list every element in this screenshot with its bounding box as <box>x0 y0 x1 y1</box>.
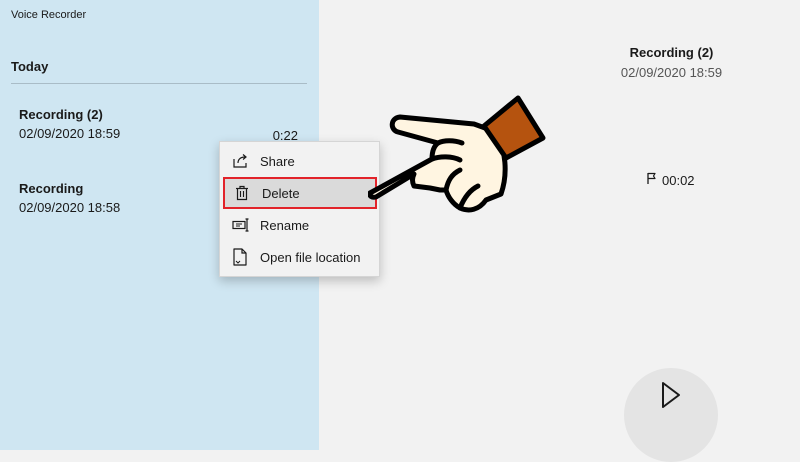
play-icon <box>660 381 682 409</box>
detail-title: Recording (2) <box>629 45 714 60</box>
menu-item-rename[interactable]: Rename <box>221 209 378 241</box>
recording-name: Recording (2) <box>19 107 103 122</box>
menu-item-label: Rename <box>260 217 310 233</box>
play-button[interactable] <box>624 368 718 462</box>
marker[interactable]: 00:02 <box>646 172 695 188</box>
file-icon <box>232 248 252 266</box>
context-menu: Share Delete Rename Open file location <box>219 141 380 277</box>
group-header-today: Today <box>11 59 49 74</box>
recording-date: 02/09/2020 18:59 <box>19 126 121 141</box>
flag-icon <box>646 172 658 188</box>
marker-time: 00:02 <box>662 172 695 188</box>
menu-item-open-file-location[interactable]: Open file location <box>221 241 378 273</box>
rename-icon <box>232 218 252 232</box>
detail-date: 02/09/2020 18:59 <box>620 65 723 80</box>
divider <box>11 83 307 84</box>
app-title: Voice Recorder <box>11 9 87 21</box>
menu-item-label: Share <box>260 153 295 169</box>
menu-item-label: Delete <box>262 185 300 201</box>
trash-icon <box>234 185 254 201</box>
share-icon <box>232 153 252 169</box>
list-item-recording-2[interactable]: Recording (2) 02/09/2020 18:59 0:22 <box>19 107 304 143</box>
detail-pane: Recording (2) 02/09/2020 18:59 00:02 <box>319 0 800 462</box>
menu-item-share[interactable]: Share <box>221 145 378 177</box>
menu-item-delete[interactable]: Delete <box>223 177 377 209</box>
menu-item-label: Open file location <box>260 249 361 265</box>
pointing-hand-icon <box>368 95 546 213</box>
